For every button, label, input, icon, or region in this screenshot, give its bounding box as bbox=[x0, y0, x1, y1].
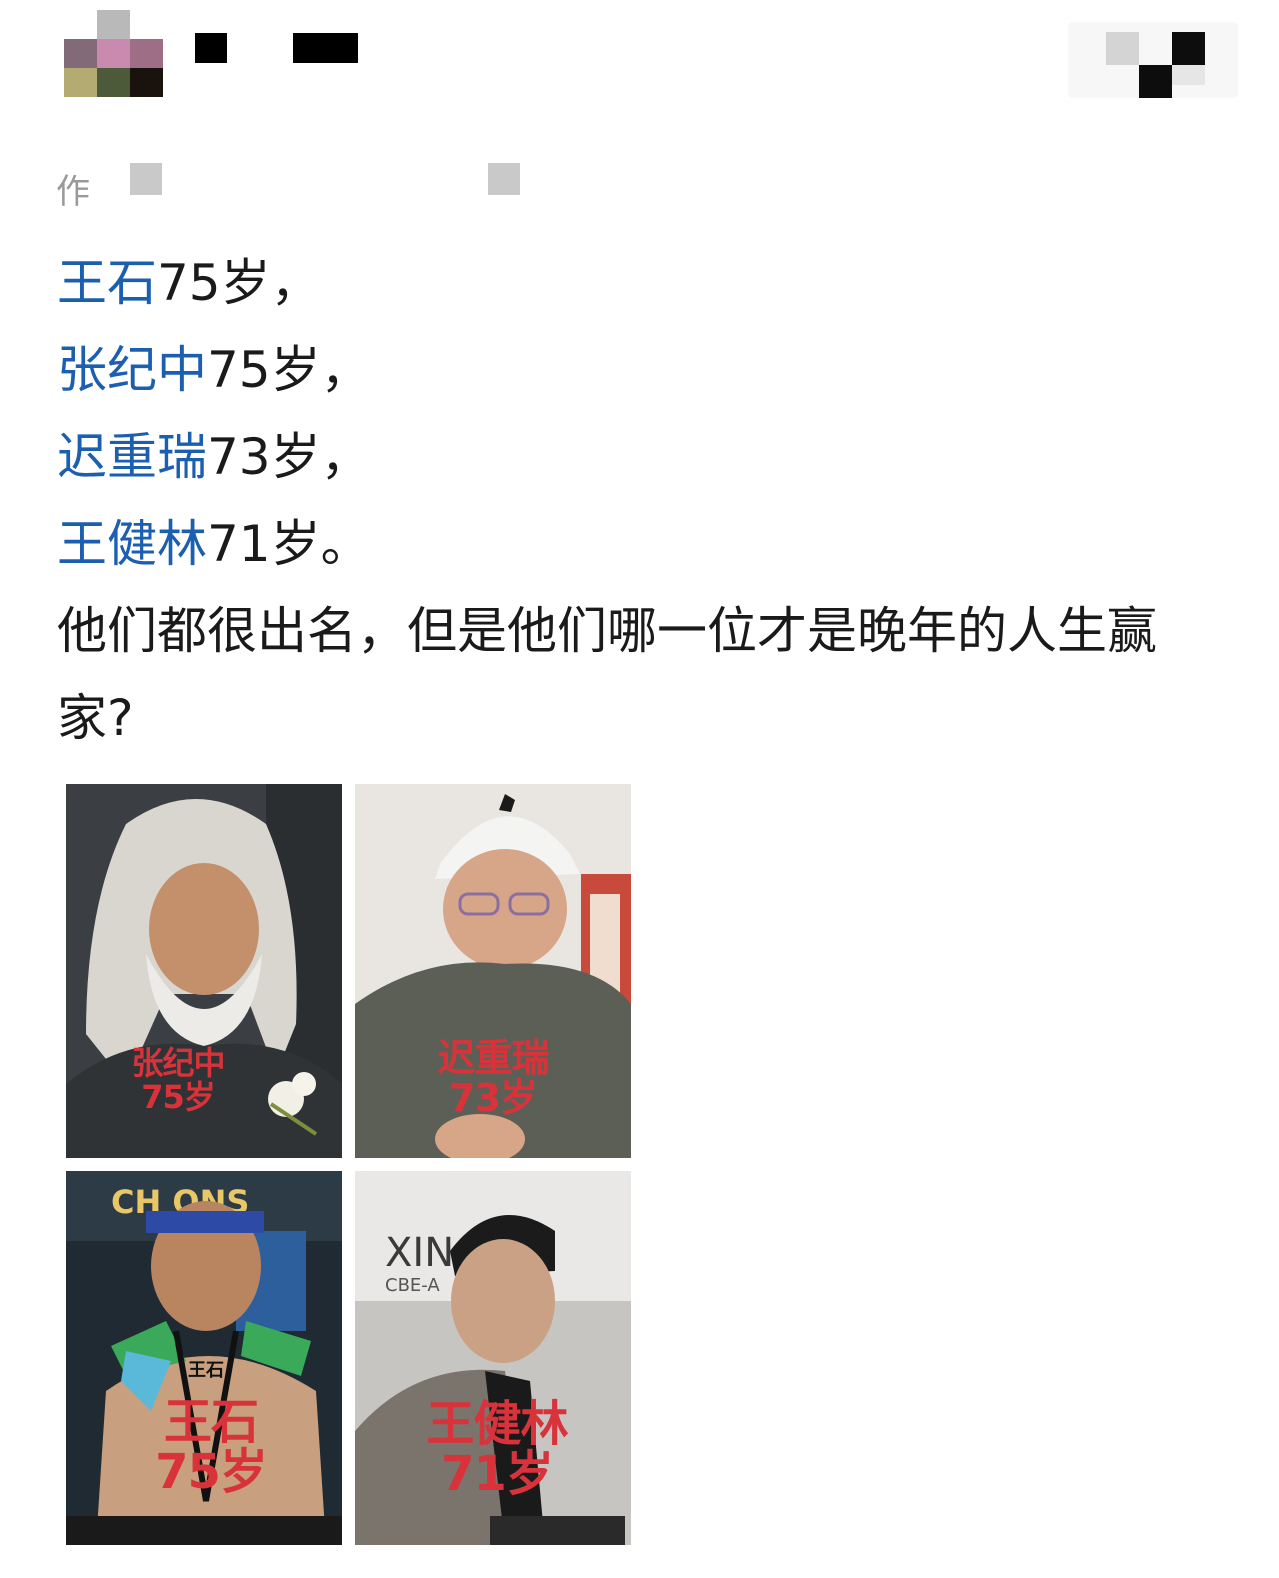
avatar-pixel bbox=[97, 68, 130, 97]
caption-age: 73岁 bbox=[449, 1075, 538, 1120]
post-line: 张纪中75岁， bbox=[57, 327, 1237, 414]
person-link-wang-shi[interactable]: 王石 bbox=[57, 254, 157, 312]
age-text: 75岁， bbox=[207, 341, 371, 399]
person-link-zhang-jizhong[interactable]: 张纪中 bbox=[57, 341, 207, 399]
jersey-text: 王石 bbox=[188, 1360, 224, 1381]
photo-wang-shi[interactable]: CH ONS 王石 王石 75岁 bbox=[66, 1171, 342, 1545]
redacted-pixel bbox=[1172, 65, 1205, 85]
caption-name: 张纪中 bbox=[131, 1044, 225, 1082]
redacted-pixel bbox=[1106, 32, 1139, 65]
caption-age: 75岁 bbox=[155, 1444, 268, 1501]
avatar-pixel bbox=[64, 10, 97, 39]
photo-wang-jianlin[interactable]: XIN CBE-A 王健林 71岁 bbox=[355, 1171, 631, 1545]
post-line: 王健林71岁。 bbox=[57, 501, 1237, 588]
redacted-pixel bbox=[1172, 32, 1205, 65]
redacted-pixel bbox=[1139, 65, 1172, 98]
sign-subtext: CBE-A bbox=[385, 1275, 440, 1296]
caption-name: 王健林 bbox=[426, 1396, 568, 1452]
sign-text: XIN bbox=[385, 1230, 454, 1276]
person-link-wang-jianlin[interactable]: 王健林 bbox=[57, 515, 207, 573]
photo-caption: 张纪中 75岁 bbox=[66, 1044, 342, 1116]
post-line: 王石75岁， bbox=[57, 240, 1237, 327]
redacted-author-name bbox=[130, 163, 162, 195]
photo-chi-zhongrui[interactable]: 迟重瑞 73岁 bbox=[355, 784, 631, 1158]
redacted-follow-widget[interactable] bbox=[1068, 22, 1238, 98]
avatar-pixel bbox=[130, 10, 163, 39]
post-question: 他们都很出名，但是他们哪一位才是晚年的人生赢家? bbox=[57, 602, 1157, 747]
age-text: 71岁。 bbox=[207, 515, 371, 573]
post-body: 王石75岁， 张纪中75岁， 迟重瑞73岁， 王健林71岁。 他们都很出名，但是… bbox=[57, 240, 1237, 762]
person-link-chi-zhongrui[interactable]: 迟重瑞 bbox=[57, 428, 207, 486]
avatar-pixel bbox=[97, 39, 130, 68]
avatar-pixel bbox=[130, 39, 163, 68]
redacted-username-part[interactable] bbox=[195, 33, 227, 63]
caption-name: 王石 bbox=[163, 1394, 259, 1450]
caption-name: 迟重瑞 bbox=[437, 1036, 549, 1080]
photo-zhang-jizhong[interactable]: 张纪中 75岁 bbox=[66, 784, 342, 1158]
photo-caption: 迟重瑞 73岁 bbox=[355, 1036, 631, 1120]
post-line: 迟重瑞73岁， bbox=[57, 414, 1237, 501]
author-prefix: 作 bbox=[56, 172, 90, 212]
redacted-username-part[interactable] bbox=[293, 33, 358, 63]
caption-age: 71岁 bbox=[441, 1446, 554, 1503]
photo-caption: 王健林 71岁 bbox=[363, 1399, 631, 1500]
avatar[interactable] bbox=[64, 10, 164, 98]
avatar-pixel bbox=[97, 10, 130, 39]
caption-age: 75岁 bbox=[141, 1077, 216, 1116]
avatar-pixel bbox=[130, 68, 163, 97]
avatar-pixel bbox=[64, 68, 97, 97]
photo-caption: 王石 75岁 bbox=[80, 1397, 342, 1498]
photo-grid: 张纪中 75岁 迟重瑞 73岁 CH ONS 王石 王石 75岁 XIN CBE… bbox=[66, 784, 632, 1546]
avatar-pixel bbox=[64, 39, 97, 68]
age-text: 73岁， bbox=[207, 428, 371, 486]
age-text: 75岁， bbox=[157, 254, 321, 312]
redacted-author-meta bbox=[488, 163, 520, 195]
